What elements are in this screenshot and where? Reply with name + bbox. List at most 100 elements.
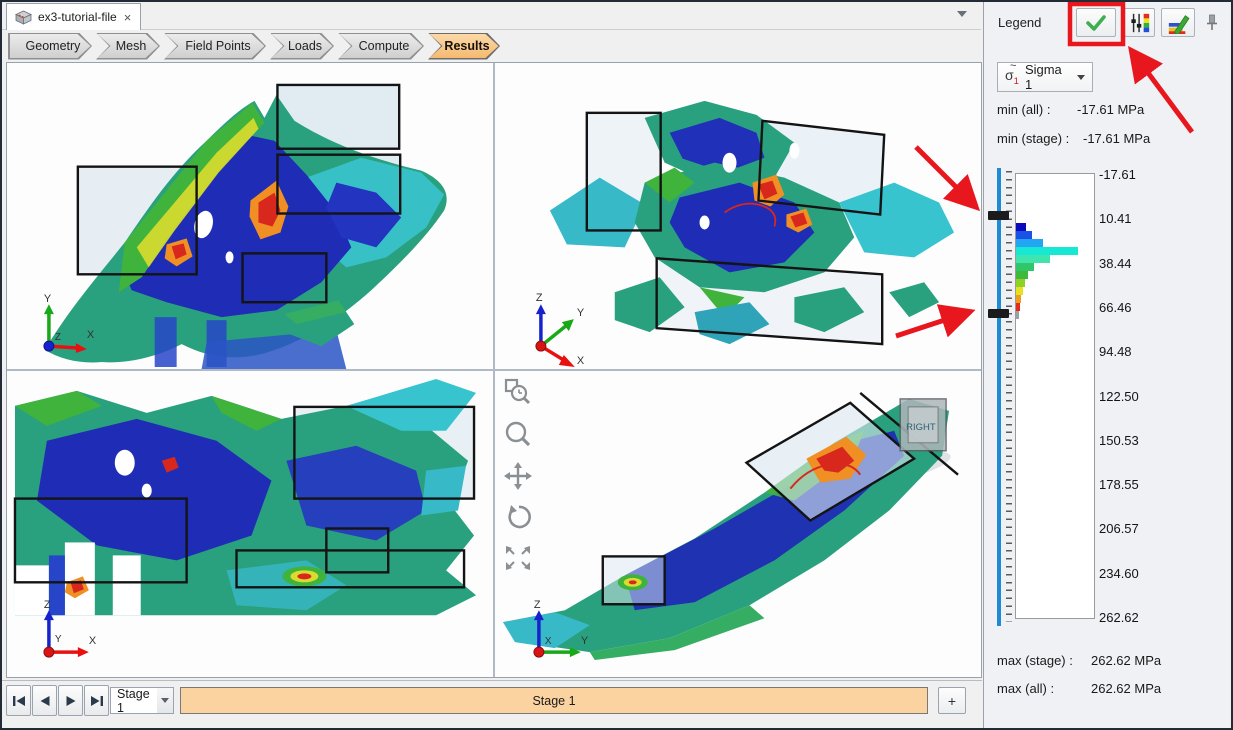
histogram-bar: [1016, 263, 1034, 271]
fit-icon[interactable]: [503, 545, 533, 571]
rotate-icon[interactable]: [503, 503, 533, 533]
min-all-row: min (all) : -17.61 MPa: [997, 102, 1144, 117]
legend-style-button[interactable]: [1161, 8, 1195, 37]
stage-selector-value: Stage 1: [117, 687, 157, 715]
legend-style-icon: [1166, 12, 1190, 34]
tab-bar: ex3-tutorial-file ×: [2, 2, 981, 30]
scale-tick-label: 122.50: [1099, 389, 1139, 405]
viewport-bottom-right[interactable]: RIGHT Z Y X: [495, 371, 981, 677]
stage-first-button[interactable]: [6, 685, 31, 716]
model-view-front: Y X Z: [7, 63, 493, 369]
app-window: ex3-tutorial-file × Geometry Mesh Field Po…: [0, 0, 1233, 730]
legend-range-handle-lower[interactable]: [988, 309, 1009, 318]
tab-list-dropdown-icon[interactable]: [957, 11, 967, 17]
scale-tick-label: 66.46: [1099, 300, 1132, 316]
max-stage-row: max (stage) : 262.62 MPa: [997, 653, 1161, 668]
histogram-bar: [1016, 223, 1026, 231]
apply-button[interactable]: [1076, 8, 1116, 37]
contour-options-button[interactable]: [1124, 8, 1155, 37]
tab-close-icon[interactable]: ×: [123, 11, 133, 24]
stage-selector-arrow[interactable]: [157, 687, 174, 714]
svg-text:Y: Y: [581, 635, 589, 647]
view-cube-label: RIGHT: [906, 422, 936, 433]
max-all-row: max (all) : 262.62 MPa: [997, 681, 1161, 696]
workflow-step-label: Field Points: [177, 39, 252, 53]
legend-range-slider[interactable]: [997, 168, 1001, 626]
scale-tick-label: 10.41: [1099, 211, 1132, 227]
apply-check-icon: [1083, 13, 1109, 33]
scale-tick-label: 206.57: [1099, 521, 1139, 537]
zoom-icon[interactable]: [503, 419, 533, 449]
viewport-bottom-left[interactable]: Z X Y: [7, 371, 493, 677]
histogram-bar: [1016, 271, 1028, 279]
workflow-step-geometry[interactable]: Geometry: [8, 33, 92, 60]
svg-text:X: X: [545, 636, 552, 647]
stage-timeline-segment[interactable]: Stage 1: [180, 687, 928, 714]
histogram-bar: [1016, 231, 1032, 239]
stage-last-button[interactable]: [84, 685, 109, 716]
workflow-breadcrumb: Geometry Mesh Field Points Loads Compute Resu…: [2, 30, 981, 62]
svg-text:Y: Y: [44, 293, 52, 305]
workflow-step-label: Loads: [280, 39, 324, 53]
viewport-top-left[interactable]: Y X Z: [7, 63, 493, 369]
svg-text:Z: Z: [44, 599, 51, 611]
workflow-step-label: Compute: [351, 39, 412, 53]
dropdown-arrow-icon: [1077, 75, 1085, 80]
workflow-step-label: Results: [436, 39, 491, 53]
contour-options-icon: [1129, 12, 1151, 34]
viewport-grid: Y X Z: [6, 62, 982, 678]
model-view-iso: Z Y X: [495, 63, 981, 369]
model-view-right: RIGHT Z Y X: [495, 371, 981, 677]
stage-bar: Stage 1 Stage 1 +: [2, 680, 982, 720]
workflow-step-label: Mesh: [108, 39, 149, 53]
model-file-icon: [15, 10, 32, 25]
workflow-step-loads[interactable]: Loads: [270, 33, 334, 60]
histogram-bar: [1016, 303, 1020, 311]
workflow-step-mesh[interactable]: Mesh: [96, 33, 160, 60]
scale-tick-label: 38.44: [1099, 256, 1132, 272]
legend-range-handle-upper[interactable]: [988, 211, 1009, 220]
scale-tick-marks: [1006, 171, 1012, 622]
zoom-window-icon[interactable]: [503, 377, 533, 407]
pin-icon[interactable]: [1205, 13, 1219, 33]
sigma1-icon: σ~1: [1005, 68, 1019, 86]
stage-selector[interactable]: Stage 1: [110, 687, 158, 714]
pan-icon[interactable]: [503, 461, 533, 491]
svg-text:Z: Z: [534, 599, 541, 611]
workflow-step-field-points[interactable]: Field Points: [164, 33, 266, 60]
svg-text:X: X: [577, 355, 585, 367]
model-view-top: Z X Y: [7, 371, 493, 677]
result-type-label: Sigma 1: [1025, 62, 1069, 92]
histogram-bar: [1016, 239, 1043, 247]
stage-prev-button[interactable]: [32, 685, 57, 716]
scale-tick-label: 94.48: [1099, 344, 1132, 360]
scale-tick-label: -17.61: [1099, 167, 1136, 183]
svg-text:Y: Y: [577, 307, 585, 319]
legend-panel-title: Legend: [998, 15, 1041, 30]
view-cube[interactable]: RIGHT: [900, 399, 946, 451]
scale-tick-label: 234.60: [1099, 566, 1139, 582]
chevron-down-icon: [161, 698, 169, 703]
svg-text:Z: Z: [536, 292, 543, 304]
histogram-bar: [1016, 255, 1050, 263]
histogram-box: [1015, 173, 1095, 619]
add-stage-button[interactable]: +: [938, 687, 966, 714]
scale-labels: -17.6110.4138.4466.4694.48122.50150.5317…: [1099, 163, 1219, 635]
svg-text:X: X: [87, 329, 95, 341]
tab-title: ex3-tutorial-file: [38, 10, 117, 24]
histogram-bar: [1016, 279, 1025, 287]
viewport-top-right[interactable]: Z Y X: [495, 63, 981, 369]
view-toolbar: [503, 377, 533, 571]
histogram-bar: [1016, 311, 1019, 319]
scale-tick-label: 262.62: [1099, 610, 1139, 626]
document-tab[interactable]: ex3-tutorial-file ×: [6, 3, 141, 30]
legend-panel: Legend: [983, 2, 1229, 728]
histogram-bar: [1016, 287, 1023, 295]
workflow-step-compute[interactable]: Compute: [338, 33, 424, 60]
result-type-dropdown[interactable]: σ~1 Sigma 1: [997, 62, 1093, 92]
min-stage-row: min (stage) : -17.61 MPa: [997, 131, 1150, 146]
svg-text:Z: Z: [55, 332, 61, 343]
workflow-step-results[interactable]: Results: [428, 33, 500, 60]
svg-text:X: X: [89, 635, 97, 647]
stage-next-button[interactable]: [58, 685, 83, 716]
